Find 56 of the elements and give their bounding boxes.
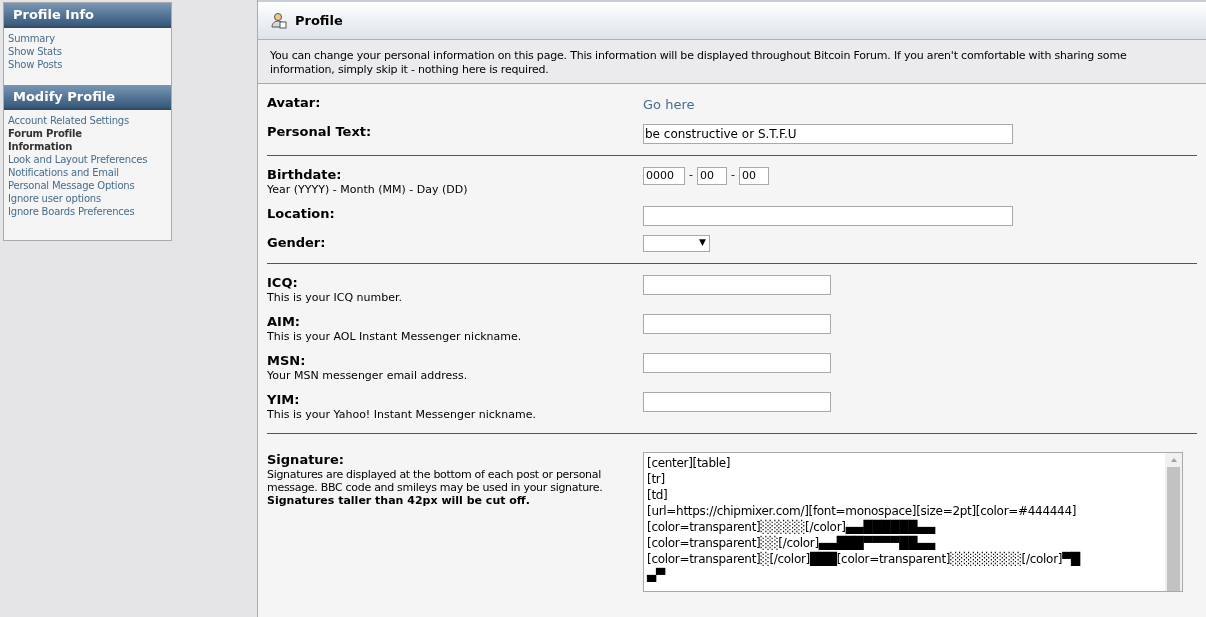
field-label: Signature:	[267, 451, 346, 468]
signature-line: [color=transparent]░░░░░[/color]▄▄██████▄▄	[647, 518, 937, 535]
sidebar-link[interactable]: Summary	[8, 32, 167, 45]
field-description: This is your AOL Instant Messenger nickname.	[267, 329, 523, 344]
sidebar-link[interactable]: Notifications and Email	[8, 166, 167, 179]
input-field[interactable]	[643, 391, 831, 412]
input-field[interactable]	[643, 313, 831, 334]
field-description: This is your ICQ number.	[267, 290, 403, 305]
sidebar-link[interactable]: Account Related Settings	[8, 114, 167, 127]
sidebar-link[interactable]: Ignore Boards Preferences	[8, 205, 167, 218]
sidebar-link[interactable]: Show Stats	[8, 45, 167, 58]
field-label: Birthdate:	[267, 166, 343, 183]
field-description: Signatures are displayed at the bottom of each post or personal message. BBC code and smileys may be used in your signature.	[267, 467, 604, 494]
field-description: Your MSN messenger email address.	[267, 368, 469, 383]
sidebar-link[interactable]: Ignore user options	[8, 192, 167, 205]
date-input-field[interactable]: 0000	[643, 166, 685, 185]
signature-warning: Signatures taller than 42px will be cut off.	[267, 493, 531, 507]
signature-line: [tr]	[647, 470, 666, 487]
scrollbar-thumb[interactable]	[1167, 466, 1180, 591]
input-field[interactable]	[643, 274, 831, 295]
intro-box: You can change your personal information on this page. This information will be displayed throughout Bitcoin Forum. If you aren't comfortable with sharing some information, simply skip it - nothing here is required.	[258, 40, 1206, 84]
field-label: MSN:	[267, 352, 307, 369]
signature-line: [color=transparent]░[/color]███[color=transparent]░░░░░░░░[/color]▀█	[647, 550, 1082, 567]
section-header: Profile Info	[4, 3, 171, 28]
signature-line: ▄▀	[647, 566, 667, 583]
gender-select[interactable]: ▼	[643, 234, 710, 252]
user-icon	[271, 12, 287, 29]
signature-line: [center][table]	[647, 454, 732, 471]
sidebar-link[interactable]: Forum Profile Information	[8, 127, 118, 153]
field-description: This is your Yahoo! Instant Messenger nickname.	[267, 407, 537, 422]
field-label: Avatar:	[267, 95, 322, 111]
input-field[interactable]	[643, 205, 1013, 226]
panel-title: Profile	[295, 11, 343, 30]
avatar-link[interactable]: Go here	[643, 95, 695, 115]
field-label: ICQ:	[267, 274, 299, 291]
field-label: Gender:	[267, 234, 327, 251]
field-description: Year (YYYY) - Month (MM) - Day (DD)	[267, 182, 469, 197]
field-label: YIM:	[267, 391, 301, 408]
sidebar-link[interactable]: Personal Message Options	[8, 179, 167, 192]
input-field[interactable]: be constructive or S.T.F.U	[643, 123, 1013, 144]
input-field[interactable]	[643, 352, 831, 373]
field-label: Location:	[267, 205, 336, 222]
sidebar-link[interactable]: Show Posts	[8, 58, 167, 71]
section-header: Modify Profile	[4, 85, 171, 110]
scrollbar[interactable]	[1165, 452, 1182, 591]
date-separator: -	[689, 167, 693, 184]
date-input-field[interactable]: 00	[738, 166, 769, 185]
date-input-field[interactable]: 00	[697, 166, 727, 185]
signature-line: [td]	[647, 486, 669, 503]
field-label: Personal Text:	[267, 123, 373, 140]
sidebar-link[interactable]: Look and Layout Preferences	[8, 153, 167, 166]
signature-line: [color=transparent]░░[/color]▄▄███▀▀▀▀██▄▄	[647, 534, 937, 551]
signature-field[interactable]	[643, 451, 1183, 592]
signature-line: [url=https://chipmixer.com/][font=monospace][size=2pt][color=#444444]	[647, 502, 1078, 519]
field-label: AIM:	[267, 313, 302, 330]
date-separator: -	[731, 167, 735, 184]
